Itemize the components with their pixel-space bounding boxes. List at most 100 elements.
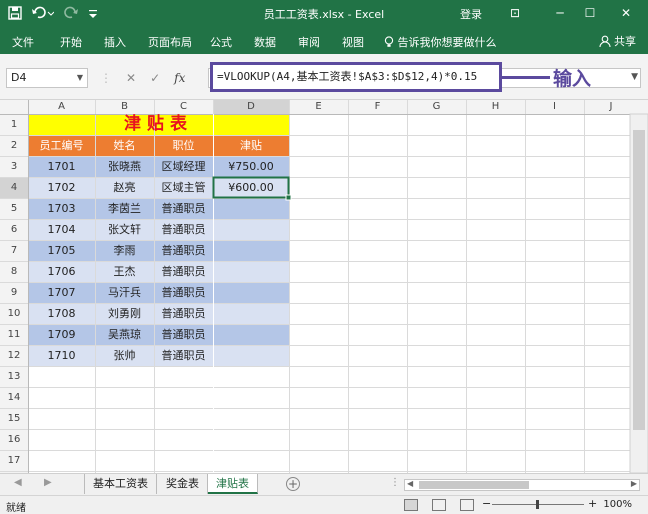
scroll-handle-icon[interactable]: ⋮ (390, 477, 400, 488)
tab-insert[interactable]: 插入 (104, 34, 126, 50)
row-header-10[interactable]: 10 (0, 303, 28, 324)
row-header-14[interactable]: 14 (0, 387, 28, 408)
column-header-g[interactable]: G (407, 100, 466, 114)
page-layout-view-icon[interactable] (432, 499, 446, 511)
row-header-9[interactable]: 9 (0, 282, 28, 303)
sheet-tab-basic-salary[interactable]: 基本工资表 (84, 474, 157, 494)
sheet-tab-allowance[interactable]: 津贴表 (208, 474, 258, 494)
tab-view[interactable]: 视图 (342, 34, 364, 50)
data-cell[interactable]: 普通职员 (154, 240, 213, 261)
expand-formula-bar-icon[interactable]: ▼ (631, 72, 638, 82)
row-header-6[interactable]: 6 (0, 219, 28, 240)
data-cell[interactable]: 张帅 (95, 345, 154, 366)
data-cell[interactable]: 1706 (28, 261, 95, 282)
tab-page-layout[interactable]: 页面布局 (148, 34, 192, 50)
data-cell[interactable]: 区域主管 (154, 177, 213, 198)
row-header-11[interactable]: 11 (0, 324, 28, 345)
normal-view-icon[interactable] (404, 499, 418, 511)
share-button[interactable]: 共享 (598, 33, 636, 49)
row-header-3[interactable]: 3 (0, 156, 28, 177)
data-cell[interactable] (213, 303, 289, 324)
data-cell[interactable]: 1707 (28, 282, 95, 303)
data-cell[interactable]: 普通职员 (154, 345, 213, 366)
column-header-d[interactable]: D (213, 100, 289, 114)
zoom-slider-knob[interactable] (536, 500, 539, 509)
column-header-h[interactable]: H (466, 100, 525, 114)
data-cell[interactable]: 1709 (28, 324, 95, 345)
minimize-icon[interactable]: ─ (548, 4, 572, 22)
row-header-4[interactable]: 4 (0, 177, 28, 198)
data-cell[interactable]: 刘勇刚 (95, 303, 154, 324)
table-title[interactable]: 津贴表 (28, 114, 289, 135)
tab-file[interactable]: 文件 (12, 34, 34, 50)
column-header-b[interactable]: B (95, 100, 154, 114)
column-header-i[interactable]: I (525, 100, 584, 114)
ribbon-display-options-icon[interactable]: ⊡ (503, 4, 527, 22)
column-header-c[interactable]: C (154, 100, 213, 114)
data-cell[interactable]: 普通职员 (154, 198, 213, 219)
header-cell[interactable]: 津贴 (213, 135, 289, 156)
tab-data[interactable]: 数据 (254, 34, 276, 50)
data-cell[interactable] (213, 219, 289, 240)
row-header-17[interactable]: 17 (0, 450, 28, 471)
data-cell[interactable]: ¥600.00 (213, 177, 289, 198)
row-header-2[interactable]: 2 (0, 135, 28, 156)
tell-me-box[interactable]: 告诉我你想要做什么 (384, 34, 497, 50)
sheet-tab-bonus[interactable]: 奖金表 (158, 474, 208, 494)
data-cell[interactable]: 1704 (28, 219, 95, 240)
close-icon[interactable]: ✕ (614, 4, 638, 22)
worksheet-grid[interactable]: ABCDEFGHIJ12345678910111213141516171819津… (0, 100, 648, 473)
data-cell[interactable]: 普通职员 (154, 261, 213, 282)
data-cell[interactable]: 李雨 (95, 240, 154, 261)
data-cell[interactable]: 普通职员 (154, 219, 213, 240)
data-cell[interactable] (213, 261, 289, 282)
zoom-out-button[interactable]: − (482, 497, 491, 510)
scroll-left-icon[interactable]: ◀ (407, 479, 413, 488)
data-cell[interactable]: 1702 (28, 177, 95, 198)
tab-review[interactable]: 审阅 (298, 34, 320, 50)
chevron-down-icon[interactable]: ▼ (77, 69, 83, 87)
header-cell[interactable]: 职位 (154, 135, 213, 156)
data-cell[interactable]: 1708 (28, 303, 95, 324)
row-header-5[interactable]: 5 (0, 198, 28, 219)
data-cell[interactable] (213, 282, 289, 303)
data-cell[interactable]: 1705 (28, 240, 95, 261)
data-cell[interactable] (213, 324, 289, 345)
data-cell[interactable]: 1710 (28, 345, 95, 366)
cancel-icon[interactable]: ✕ (126, 71, 136, 85)
data-cell[interactable]: ¥750.00 (213, 156, 289, 177)
header-cell[interactable]: 姓名 (95, 135, 154, 156)
column-header-e[interactable]: E (289, 100, 348, 114)
row-header-12[interactable]: 12 (0, 345, 28, 366)
enter-icon[interactable]: ✓ (150, 71, 160, 85)
data-cell[interactable]: 1701 (28, 156, 95, 177)
column-header-j[interactable]: J (584, 100, 638, 114)
data-cell[interactable]: 张文轩 (95, 219, 154, 240)
data-cell[interactable]: 马汗兵 (95, 282, 154, 303)
data-cell[interactable]: 赵亮 (95, 177, 154, 198)
page-break-view-icon[interactable] (460, 499, 474, 511)
data-cell[interactable]: 普通职员 (154, 324, 213, 345)
tab-formulas[interactable]: 公式 (210, 34, 232, 50)
row-header-8[interactable]: 8 (0, 261, 28, 282)
name-box[interactable]: D4 ▼ (6, 68, 88, 88)
column-header-f[interactable]: F (348, 100, 407, 114)
zoom-slider[interactable] (492, 500, 584, 509)
horizontal-scrollbar[interactable]: ◀ ▶ (404, 479, 640, 491)
data-cell[interactable]: 王杰 (95, 261, 154, 282)
add-sheet-button[interactable]: + (286, 477, 300, 491)
data-cell[interactable]: 普通职员 (154, 282, 213, 303)
scroll-thumb[interactable] (419, 481, 529, 489)
row-header-16[interactable]: 16 (0, 429, 28, 450)
prev-sheet-icon[interactable]: ◀ (14, 477, 22, 488)
row-header-1[interactable]: 1 (0, 114, 28, 135)
maximize-icon[interactable]: ☐ (578, 4, 602, 22)
data-cell[interactable] (213, 240, 289, 261)
row-header-13[interactable]: 13 (0, 366, 28, 387)
formula-input-highlight[interactable]: =VLOOKUP(A4,基本工资表!$A$3:$D$12,4)*0.15 (210, 62, 502, 92)
header-cell[interactable]: 员工编号 (28, 135, 95, 156)
data-cell[interactable] (213, 198, 289, 219)
data-cell[interactable]: 吴燕琼 (95, 324, 154, 345)
zoom-level[interactable]: 100% (603, 499, 632, 510)
data-cell[interactable]: 1703 (28, 198, 95, 219)
